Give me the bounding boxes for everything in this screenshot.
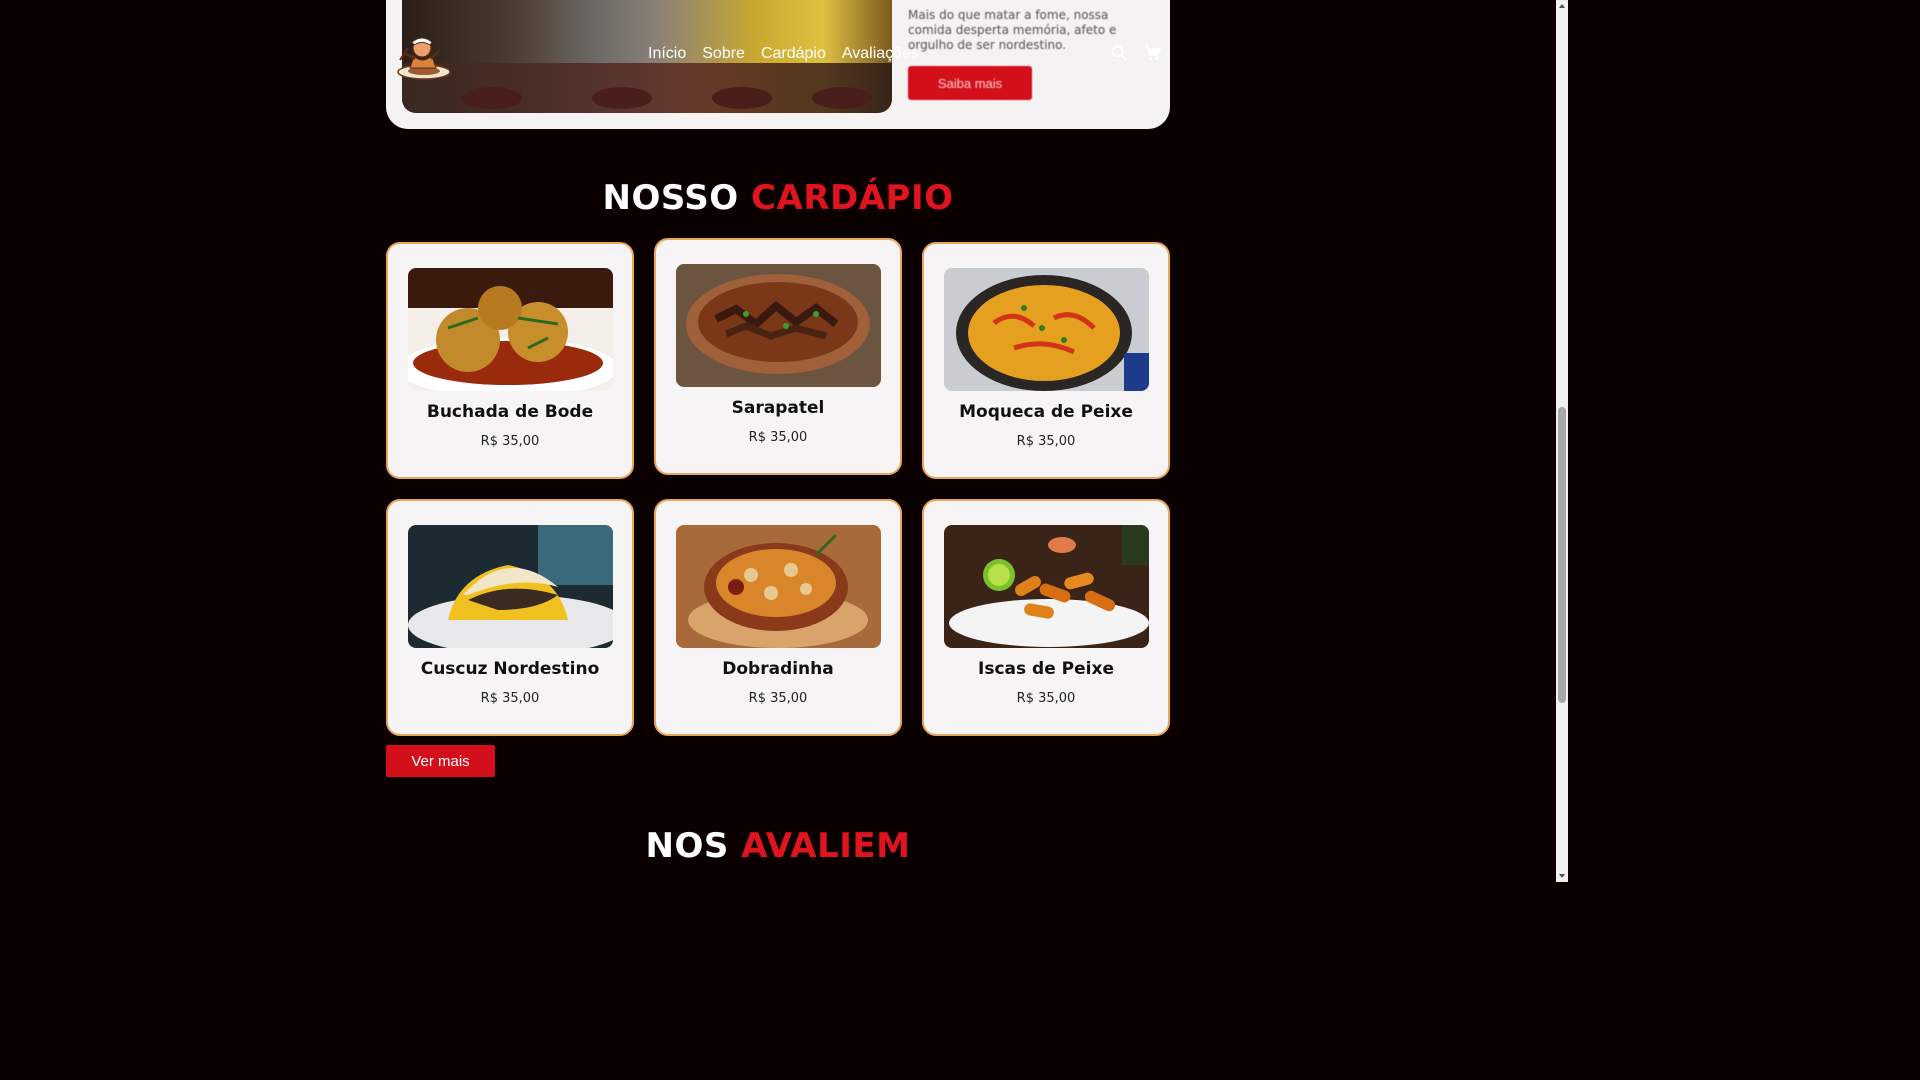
scroll-up-arrow-icon[interactable] [1558,2,1566,10]
menu-item-name: Dobradinha [722,659,834,679]
menu-item-card[interactable]: Buchada de Bode R$ 35,00 [386,242,634,479]
chef-mascot-logo-icon[interactable] [392,34,454,80]
menu-item-card[interactable]: Dobradinha R$ 35,00 [654,499,902,736]
menu-item-price: R$ 35,00 [748,691,808,706]
moqueca-de-peixe-image [944,268,1149,391]
buchada-de-bode-image [408,268,613,391]
nav-avaliacoes[interactable]: Avaliações [842,45,919,63]
nav-sobre[interactable]: Sobre [702,45,745,63]
menu-item-card[interactable]: Moqueca de Peixe R$ 35,00 [922,242,1170,479]
menu-item-card[interactable]: Sarapatel R$ 35,00 [654,238,902,475]
menu-title-red: CARDÁPIO [751,178,954,218]
nav-inicio[interactable]: Início [648,45,686,63]
saiba-mais-button[interactable]: Saiba mais [908,66,1032,100]
menu-item-name: Sarapatel [731,398,825,418]
menu-item-card[interactable]: Iscas de Peixe R$ 35,00 [922,499,1170,736]
scroll-down-arrow-icon[interactable] [1558,872,1566,880]
menu-item-price: R$ 35,00 [480,691,540,706]
dobradinha-image [676,525,881,648]
iscas-de-peixe-image [944,525,1149,648]
cart-icon[interactable] [1144,44,1162,62]
reviews-section-title: NOS AVALIEM [0,826,1556,866]
menu-section-title: NOSSO CARDÁPIO [0,178,1556,218]
reviews-title-white: NOS [645,826,729,866]
page-scrollbar[interactable] [1556,0,1568,882]
reviews-title-red: AVALIEM [741,826,911,866]
cuscuz-nordestino-image [408,525,613,648]
menu-item-price: R$ 35,00 [1016,691,1076,706]
scrollbar-thumb[interactable] [1558,407,1566,703]
menu-item-price: R$ 35,00 [1016,434,1076,449]
menu-item-name: Buchada de Bode [426,402,594,422]
about-section-card: Mais do que matar a fome, nossa comida d… [386,0,1170,129]
ver-mais-button[interactable]: Ver mais [386,745,495,777]
main-nav: Início Sobre Cardápio Avaliações [648,45,919,63]
menu-item-name: Iscas de Peixe [978,659,1114,679]
menu-item-price: R$ 35,00 [748,430,808,445]
menu-item-name: Cuscuz Nordestino [420,659,600,679]
nav-cardapio[interactable]: Cardápio [761,45,826,63]
menu-item-price: R$ 35,00 [480,434,540,449]
sarapatel-image [676,264,881,387]
search-icon[interactable] [1110,44,1128,62]
menu-item-card[interactable]: Cuscuz Nordestino R$ 35,00 [386,499,634,736]
menu-item-name: Moqueca de Peixe [959,402,1133,422]
menu-title-white: NOSSO [602,178,739,218]
